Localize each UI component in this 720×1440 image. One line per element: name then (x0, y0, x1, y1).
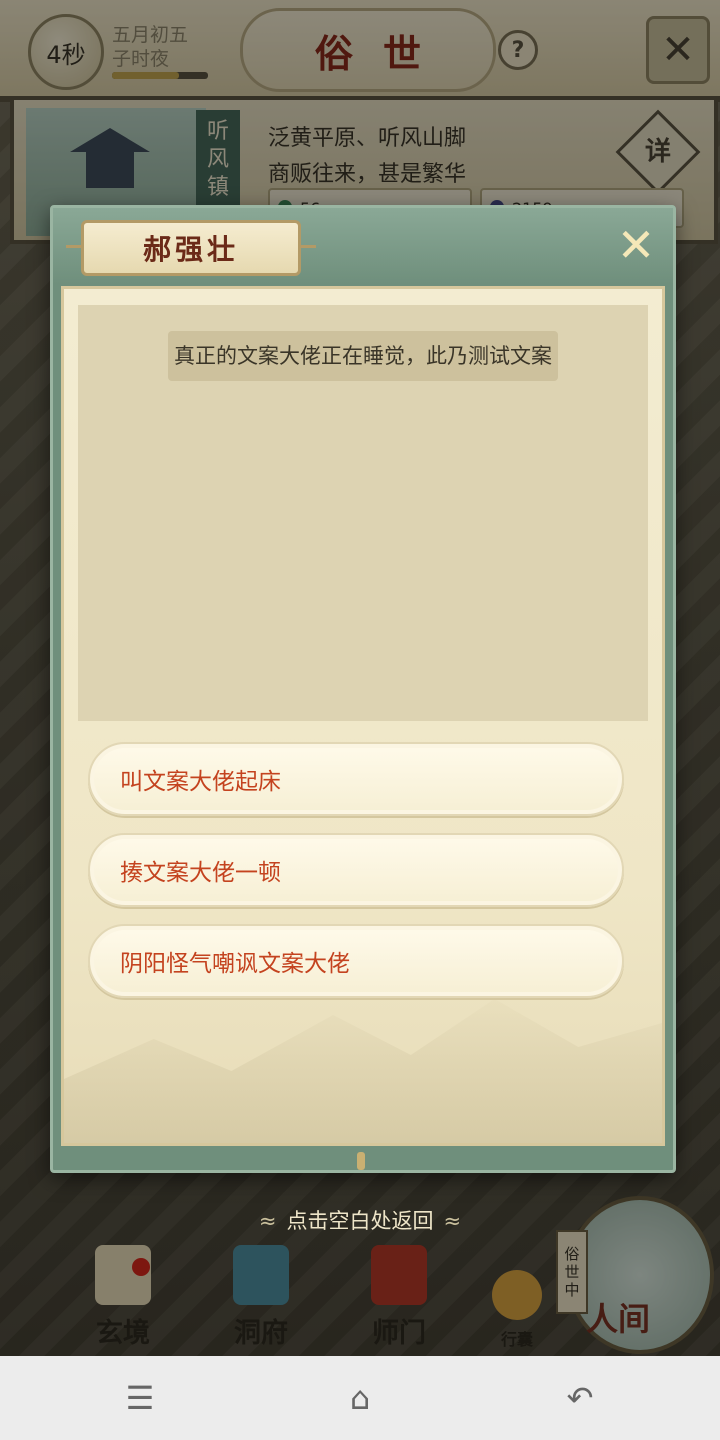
close-icon[interactable]: ✕ (613, 222, 659, 268)
mountain-decoration (64, 999, 662, 1143)
dialog-title: 郝强壮 (66, 220, 316, 276)
story-text: 真正的文案大佬正在睡觉，此乃测试文案 (168, 331, 558, 381)
home-icon[interactable]: ⌂ (330, 1376, 390, 1420)
dialog-body: 真正的文案大佬正在睡觉，此乃测试文案 叫文案大佬起床 揍文案大佬一顿 阴阳怪气嘲… (61, 286, 665, 1146)
menu-icon[interactable]: ☰ (110, 1376, 170, 1420)
return-hint-text: 点击空白处返回 (286, 1209, 434, 1233)
choice-button-1[interactable]: 叫文案大佬起床 (88, 742, 624, 816)
system-navigation-bar: ☰ ⌂ ↶ (0, 1356, 720, 1440)
story-panel: 真正的文案大佬正在睡觉，此乃测试文案 (78, 305, 648, 721)
pin-decoration (357, 1152, 365, 1170)
event-dialog: 郝强壮 ✕ 真正的文案大佬正在睡觉，此乃测试文案 叫文案大佬起床 揍文案大佬一顿… (50, 205, 676, 1173)
choice-button-2[interactable]: 揍文案大佬一顿 (88, 833, 624, 907)
game-background: 4秒 五月初五 子时夜 俗世 ? ✕ 听风镇 泛黄平原、听风山脚 商贩往来，甚是… (0, 0, 720, 1356)
back-icon[interactable]: ↶ (550, 1376, 610, 1420)
dialog-header: 郝强壮 ✕ (53, 208, 673, 284)
choice-button-3[interactable]: 阴阳怪气嘲讽文案大佬 (88, 924, 624, 998)
return-hint: 点击空白处返回 (0, 1205, 720, 1235)
